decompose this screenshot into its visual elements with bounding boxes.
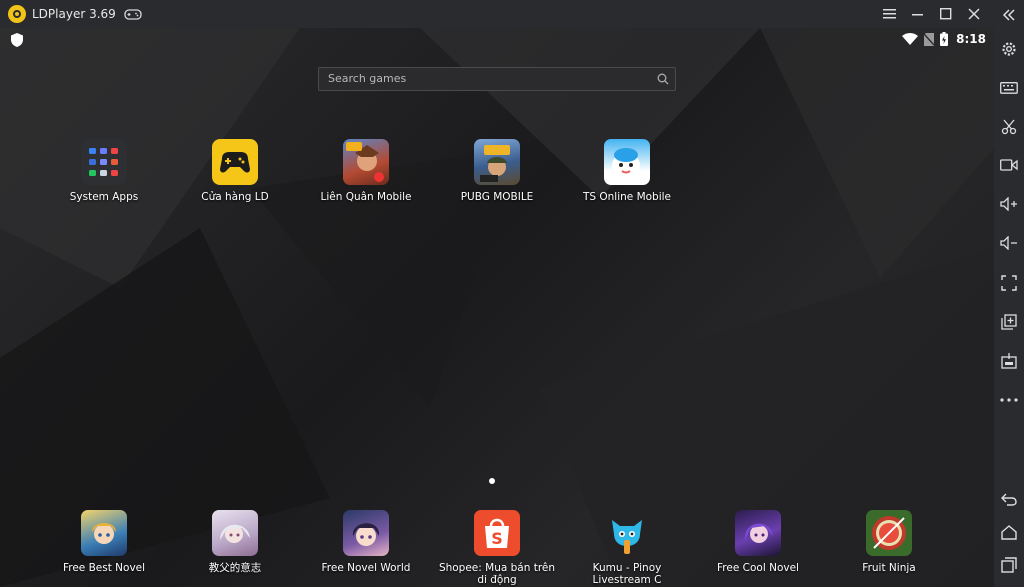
- shopee-icon: S: [474, 510, 520, 556]
- app-label: PUBG MOBILE: [460, 191, 534, 203]
- app-kumu[interactable]: Kumu - Pinoy Livestream C: [567, 510, 687, 586]
- ts-online-icon: [604, 139, 650, 185]
- status-bar: 8:18: [0, 28, 994, 54]
- app-label: Kumu - Pinoy Livestream C: [592, 562, 662, 586]
- app-label: System Apps: [69, 191, 139, 203]
- collapse-toolbar-button[interactable]: [994, 0, 1024, 30]
- fullscreen-icon: [1001, 275, 1017, 291]
- back-icon: [1001, 493, 1017, 506]
- app-free-cool-novel[interactable]: Free Cool Novel: [698, 510, 818, 574]
- gamepad-icon[interactable]: [124, 7, 142, 21]
- app-lien-quan-mobile[interactable]: Liên Quân Mobile: [306, 139, 426, 203]
- close-icon: [968, 8, 980, 20]
- more-icon: [1000, 398, 1018, 402]
- apk-install-icon: [1001, 353, 1017, 369]
- cool-novel-icon: [735, 510, 781, 556]
- hamburger-icon: [883, 9, 896, 19]
- kumu-icon: [604, 510, 650, 556]
- screenshot-button[interactable]: [994, 112, 1024, 142]
- page-indicator-dot: [489, 478, 495, 484]
- battery-charging-icon: [940, 32, 949, 46]
- close-button[interactable]: [960, 0, 988, 28]
- app-label: Fruit Ninja: [862, 562, 916, 574]
- app-free-novel-world[interactable]: Free Novel World: [306, 510, 426, 574]
- app-label: Free Cool Novel: [717, 562, 799, 574]
- maximize-icon: [940, 8, 952, 20]
- ld-store-gamepad-icon: [212, 139, 258, 185]
- app-label: Free Novel World: [321, 562, 411, 574]
- record-icon: [1000, 159, 1018, 171]
- minimize-button[interactable]: [904, 0, 932, 28]
- more-button[interactable]: [994, 385, 1024, 415]
- volume-down-icon: [1000, 236, 1017, 250]
- app-pubg-mobile[interactable]: PUBG MOBILE: [437, 139, 557, 203]
- minimize-icon: [912, 14, 923, 16]
- keyboard-mapping-button[interactable]: [994, 73, 1024, 103]
- search-placeholder: Search games: [328, 72, 407, 85]
- app-free-best-novel[interactable]: Free Best Novel: [44, 510, 164, 574]
- fruit-ninja-icon: [866, 510, 912, 556]
- back-button[interactable]: [994, 484, 1024, 514]
- window-title: LDPlayer 3.69: [32, 7, 116, 21]
- collapse-icon: [1002, 9, 1015, 21]
- settings-button[interactable]: [994, 34, 1024, 64]
- multi-instance-button[interactable]: [994, 307, 1024, 337]
- home-button[interactable]: [994, 517, 1024, 547]
- status-clock: 8:18: [956, 32, 986, 46]
- app-label: 教父的意志: [208, 562, 262, 574]
- novel-world-icon: [343, 510, 389, 556]
- scissors-icon: [1001, 119, 1017, 135]
- settings-icon: [1002, 42, 1016, 56]
- anime-girl-icon: [212, 510, 258, 556]
- keyboard-icon: [1000, 82, 1018, 94]
- home-icon: [1001, 524, 1017, 540]
- install-apk-button[interactable]: [994, 346, 1024, 376]
- multi-instance-icon: [1001, 314, 1017, 330]
- search-games-bar[interactable]: Search games: [318, 67, 676, 91]
- app-label: Shopee: Mua bán trên di động: [438, 562, 556, 586]
- volume-up-icon: [1000, 197, 1017, 211]
- app-fruit-ninja[interactable]: Fruit Ninja: [829, 510, 949, 574]
- recent-apps-button[interactable]: [994, 550, 1024, 580]
- volume-down-button[interactable]: [994, 228, 1024, 258]
- app-label: TS Online Mobile: [582, 191, 672, 203]
- lien-quan-icon: [343, 139, 389, 185]
- app-ld-store[interactable]: Cửa hàng LD: [175, 139, 295, 203]
- wallpaper: [0, 28, 994, 587]
- wifi-icon: [902, 33, 919, 45]
- maximize-button[interactable]: [932, 0, 960, 28]
- search-icon: [657, 73, 669, 85]
- volume-up-button[interactable]: [994, 189, 1024, 219]
- pubg-icon: [474, 139, 520, 185]
- fullscreen-button[interactable]: [994, 268, 1024, 298]
- svg-text:S: S: [491, 529, 503, 548]
- app-jiaofu-de-yizhi[interactable]: 教父的意志: [175, 510, 295, 574]
- app-label: Free Best Novel: [62, 562, 146, 574]
- android-home-screen[interactable]: 8:18 Search games System Apps Cửa hàng L…: [0, 28, 994, 587]
- menu-button[interactable]: [876, 0, 904, 28]
- ldplayer-logo-icon: [8, 5, 26, 23]
- shield-icon: [11, 33, 23, 47]
- app-label: Cửa hàng LD: [201, 191, 269, 203]
- app-system-apps[interactable]: System Apps: [44, 139, 164, 203]
- app-shopee[interactable]: S Shopee: Mua bán trên di động: [437, 510, 557, 586]
- record-button[interactable]: [994, 150, 1024, 180]
- novel-anime-icon: [81, 510, 127, 556]
- app-label: Liên Quân Mobile: [320, 191, 412, 203]
- app-ts-online-mobile[interactable]: TS Online Mobile: [567, 139, 687, 203]
- right-toolbar: [994, 0, 1024, 587]
- recents-icon: [1001, 557, 1017, 573]
- folder-grid-icon: [81, 139, 127, 185]
- no-sim-icon: [924, 32, 935, 46]
- title-bar: LDPlayer 3.69: [0, 0, 994, 28]
